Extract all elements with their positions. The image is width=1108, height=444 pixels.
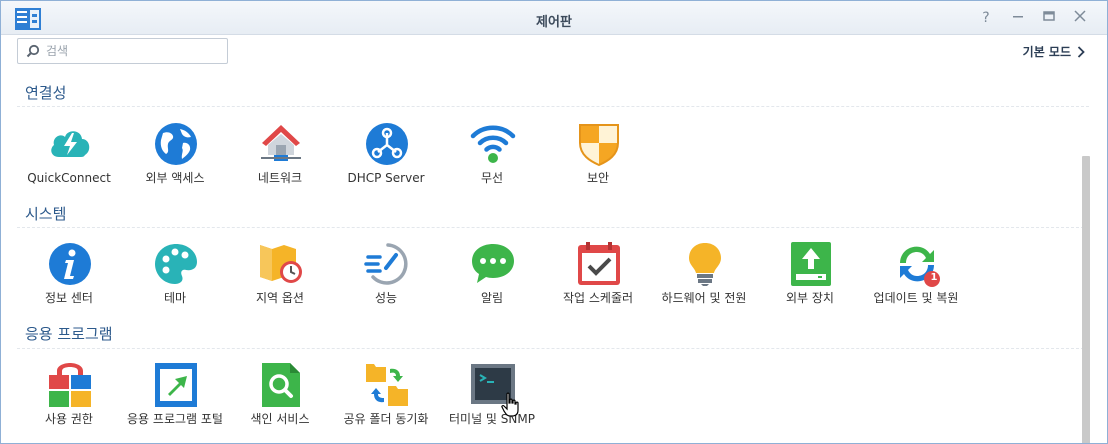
item-label: 무선 xyxy=(480,171,504,185)
lightbulb-icon xyxy=(689,243,721,286)
item-label: 터미널 및 SNMP xyxy=(449,412,535,426)
hand-pointer-cursor-icon xyxy=(501,392,519,417)
search-icon xyxy=(26,44,40,58)
section-divider xyxy=(17,106,1089,107)
wifi-icon xyxy=(470,125,516,163)
item-label: 알림 xyxy=(480,291,504,305)
item-label: 성능 xyxy=(374,291,398,305)
item-label: 네트워크 xyxy=(257,171,303,185)
item-label: 공유 폴더 동기화 xyxy=(343,412,429,426)
item-hardware-power[interactable]: 하드웨어 및 전원 xyxy=(649,241,759,321)
item-quickconnect[interactable]: QuickConnect xyxy=(14,121,124,201)
item-label: 정보 센터 xyxy=(45,291,93,305)
network-house-icon xyxy=(261,125,301,161)
item-regional-options[interactable]: 지역 옵션 xyxy=(225,241,335,321)
item-label: QuickConnect xyxy=(27,171,111,185)
item-external-devices[interactable]: 외부 장치 xyxy=(755,241,865,321)
external-drive-icon xyxy=(791,242,831,286)
control-panel-window: 제어판 ? 기본 모드 연결성 QuickConnect xyxy=(0,0,1108,444)
item-label: 외부 장치 xyxy=(786,291,834,305)
item-network[interactable]: 네트워크 xyxy=(225,121,335,201)
basic-mode-link[interactable]: 기본 모드 xyxy=(1023,43,1085,60)
shield-icon xyxy=(579,124,619,167)
item-label: 색인 서비스 xyxy=(250,412,310,426)
help-icon: ? xyxy=(982,10,990,26)
section-title-connectivity: 연결성 xyxy=(25,84,67,102)
dhcp-server-icon xyxy=(366,123,408,165)
item-application-portal[interactable]: 응용 프로그램 포털 xyxy=(120,362,230,442)
item-security[interactable]: 보안 xyxy=(543,121,653,201)
item-label: 보안 xyxy=(586,171,610,185)
section-divider xyxy=(17,348,1089,349)
palette-icon xyxy=(155,244,197,284)
update-badge-count: 1 xyxy=(930,272,938,283)
item-label: 외부 액세스 xyxy=(145,171,205,185)
item-label: 지역 옵션 xyxy=(256,291,304,305)
basic-mode-label: 기본 모드 xyxy=(1022,45,1071,59)
close-icon xyxy=(1074,10,1086,22)
item-label: DHCP Server xyxy=(347,171,425,185)
calendar-check-icon xyxy=(578,242,620,285)
section-divider xyxy=(17,227,1089,228)
item-wireless[interactable]: 무선 xyxy=(437,121,547,201)
item-label: 사용 권한 xyxy=(45,412,93,426)
lock-grid-icon xyxy=(49,363,91,407)
gauge-icon xyxy=(364,243,408,285)
item-label: 응용 프로그램 포털 xyxy=(127,412,223,426)
item-external-access[interactable]: 외부 액세스 xyxy=(120,121,230,201)
item-terminal-snmp[interactable]: 터미널 및 SNMP xyxy=(437,362,547,442)
minimize-icon xyxy=(1013,16,1023,18)
item-privileges[interactable]: 사용 권한 xyxy=(14,362,124,442)
chat-bubble-icon xyxy=(472,244,514,283)
item-label: 업데이트 및 복원 xyxy=(873,291,959,305)
item-dhcp-server[interactable]: DHCP Server xyxy=(331,121,441,201)
item-theme[interactable]: 테마 xyxy=(120,241,230,321)
search-box[interactable] xyxy=(17,38,228,64)
minimize-button[interactable] xyxy=(1009,9,1027,27)
item-info-center[interactable]: 정보 센터 xyxy=(14,241,124,321)
maximize-button[interactable] xyxy=(1040,9,1058,27)
item-indexing-service[interactable]: 색인 서비스 xyxy=(225,362,335,442)
item-performance[interactable]: 성능 xyxy=(331,241,441,321)
quickconnect-icon xyxy=(51,131,90,157)
item-label: 작업 스케줄러 xyxy=(562,291,634,305)
info-icon xyxy=(49,243,91,285)
item-shared-folder-sync[interactable]: 공유 폴더 동기화 xyxy=(331,362,441,442)
item-label: 테마 xyxy=(163,291,187,305)
folder-sync-icon xyxy=(366,364,408,406)
window-title: 제어판 xyxy=(536,15,572,30)
portal-arrow-icon xyxy=(155,363,197,407)
section-title-system: 시스템 xyxy=(25,205,67,223)
map-clock-icon xyxy=(260,245,302,283)
item-label: 하드웨어 및 전원 xyxy=(661,291,747,305)
item-task-scheduler[interactable]: 작업 스케줄러 xyxy=(543,241,653,321)
vertical-scrollbar[interactable] xyxy=(1082,156,1090,443)
maximize-icon xyxy=(1043,11,1055,21)
close-button[interactable] xyxy=(1071,9,1089,27)
section-title-applications: 응용 프로그램 xyxy=(25,325,113,343)
item-notifications[interactable]: 알림 xyxy=(437,241,547,321)
search-input[interactable] xyxy=(46,42,221,60)
title-bar[interactable]: 제어판 ? xyxy=(1,1,1107,35)
search-index-icon xyxy=(262,363,300,407)
globe-icon xyxy=(155,123,197,165)
item-update-restore[interactable]: 1 업데이트 및 복원 xyxy=(861,241,971,321)
chevron-right-icon xyxy=(1077,45,1085,58)
help-button[interactable]: ? xyxy=(977,9,995,27)
